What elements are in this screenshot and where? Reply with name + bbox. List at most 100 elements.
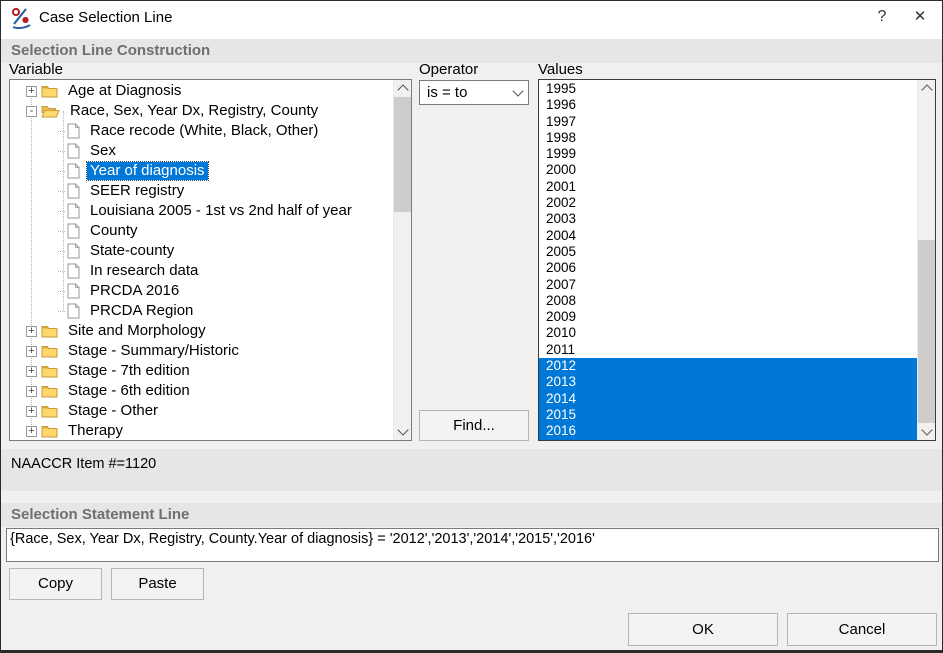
tree-item-seer-registry[interactable]: SEER registry	[10, 181, 394, 201]
section-header-statement: Selection Statement Line	[1, 503, 942, 527]
tree-item-label: PRCDA 2016	[87, 282, 182, 300]
expand-toggle-icon[interactable]: +	[26, 366, 37, 377]
expand-toggle-icon[interactable]: +	[26, 346, 37, 357]
value-item-1996[interactable]: 1996	[539, 97, 918, 113]
folder-icon	[41, 84, 58, 98]
value-item-2008[interactable]: 2008	[539, 293, 918, 309]
tree-item-age-at-diagnosis[interactable]: + Age at Diagnosis	[10, 81, 394, 101]
scroll-down-icon[interactable]	[918, 423, 935, 440]
tree-item-sex[interactable]: Sex	[10, 141, 394, 161]
document-icon	[67, 183, 80, 199]
value-item-2012[interactable]: 2012	[539, 358, 918, 374]
scroll-up-icon[interactable]	[394, 80, 411, 97]
value-item-2000[interactable]: 2000	[539, 162, 918, 178]
tree-item-label: Sex	[87, 142, 119, 160]
value-item-2010[interactable]: 2010	[539, 325, 918, 341]
document-icon	[67, 263, 80, 279]
value-item-2001[interactable]: 2001	[539, 179, 918, 195]
value-item-1997[interactable]: 1997	[539, 114, 918, 130]
operator-selected-value: is = to	[420, 84, 508, 101]
value-item-1999[interactable]: 1999	[539, 146, 918, 162]
close-icon[interactable]: ✕	[906, 5, 934, 29]
tree-connector	[58, 211, 65, 212]
folder-icon	[41, 364, 58, 378]
values-label: Values	[538, 61, 583, 78]
value-item-2004[interactable]: 2004	[539, 228, 918, 244]
tree-item-state-county[interactable]: State-county	[10, 241, 394, 261]
tree-item-stage-summary-historic[interactable]: + Stage - Summary/Historic	[10, 341, 394, 361]
expand-toggle-icon[interactable]: +	[26, 406, 37, 417]
cancel-button[interactable]: Cancel	[787, 613, 937, 646]
value-item-2015[interactable]: 2015	[539, 407, 918, 423]
value-item-1998[interactable]: 1998	[539, 130, 918, 146]
operator-label: Operator	[419, 61, 478, 78]
tree-item-race-sex-year-dx-registry-county[interactable]: - Race, Sex, Year Dx, Registry, County	[10, 101, 394, 121]
tree-item-label: County	[87, 222, 141, 240]
values-scrollbar-thumb[interactable]	[918, 240, 935, 423]
folder-icon	[41, 404, 58, 418]
document-icon	[67, 283, 80, 299]
tree-item-in-research-data[interactable]: In research data	[10, 261, 394, 281]
tree-connector	[58, 271, 65, 272]
selection-statement-input[interactable]	[6, 528, 939, 562]
chevron-down-icon	[508, 87, 528, 98]
tree-item-therapy[interactable]: + Therapy	[10, 421, 394, 441]
value-item-2006[interactable]: 2006	[539, 260, 918, 276]
tree-item-race-recode-white-black-other[interactable]: Race recode (White, Black, Other)	[10, 121, 394, 141]
tree-item-prcda-region[interactable]: PRCDA Region	[10, 301, 394, 321]
tree-item-stage-7th-edition[interactable]: + Stage - 7th edition	[10, 361, 394, 381]
copy-button[interactable]: Copy	[9, 568, 102, 600]
folder-icon	[41, 344, 58, 358]
value-item-2005[interactable]: 2005	[539, 244, 918, 260]
document-icon	[67, 243, 80, 259]
tree-item-county[interactable]: County	[10, 221, 394, 241]
value-item-1995[interactable]: 1995	[539, 81, 918, 97]
tree-item-stage-other[interactable]: + Stage - Other	[10, 401, 394, 421]
value-item-2009[interactable]: 2009	[539, 309, 918, 325]
tree-item-label: Therapy	[65, 422, 126, 440]
tree-item-year-of-diagnosis[interactable]: Year of diagnosis	[10, 161, 394, 181]
tree-item-louisiana-2005-1st-vs-2nd-half-of-year[interactable]: Louisiana 2005 - 1st vs 2nd half of year	[10, 201, 394, 221]
find-button[interactable]: Find...	[419, 410, 529, 441]
document-icon	[67, 143, 80, 159]
folder-icon	[41, 324, 58, 338]
expand-toggle-icon[interactable]: +	[26, 326, 37, 337]
tree-connector	[58, 231, 65, 232]
tree-item-site-and-morphology[interactable]: + Site and Morphology	[10, 321, 394, 341]
expand-toggle-icon[interactable]: +	[26, 86, 37, 97]
value-item-2007[interactable]: 2007	[539, 277, 918, 293]
value-item-2003[interactable]: 2003	[539, 211, 918, 227]
scroll-up-icon[interactable]	[918, 80, 935, 97]
tree-scrollbar[interactable]	[393, 80, 411, 440]
tree-scrollbar-thumb[interactable]	[394, 97, 411, 212]
help-button[interactable]: ?	[868, 5, 896, 29]
expand-toggle-icon[interactable]: +	[26, 426, 37, 437]
tree-connector	[58, 171, 65, 172]
ok-button[interactable]: OK	[628, 613, 778, 646]
value-item-2013[interactable]: 2013	[539, 374, 918, 390]
tree-connector	[58, 191, 65, 192]
scroll-down-icon[interactable]	[394, 423, 411, 440]
tree-item-label: Age at Diagnosis	[65, 82, 184, 100]
values-scrollbar[interactable]	[917, 80, 935, 440]
tree-item-prcda-2016[interactable]: PRCDA 2016	[10, 281, 394, 301]
title-bar: Case Selection Line ? ✕	[1, 1, 942, 39]
value-item-2002[interactable]: 2002	[539, 195, 918, 211]
tree-item-label: SEER registry	[87, 182, 187, 200]
expand-toggle-icon[interactable]: -	[26, 106, 37, 117]
tree-item-label: Year of diagnosis	[87, 162, 208, 180]
paste-button[interactable]: Paste	[111, 568, 204, 600]
value-item-2014[interactable]: 2014	[539, 391, 918, 407]
tree-connector	[58, 291, 65, 292]
document-icon	[67, 303, 80, 319]
tree-item-stage-6th-edition[interactable]: + Stage - 6th edition	[10, 381, 394, 401]
operator-combobox[interactable]: is = to	[419, 80, 529, 105]
value-item-2011[interactable]: 2011	[539, 342, 918, 358]
variable-tree-body: + Age at Diagnosis - Race, Sex,	[10, 81, 394, 440]
expand-toggle-icon[interactable]: +	[26, 386, 37, 397]
tree-item-label: PRCDA Region	[87, 302, 196, 320]
tree-item-label: State-county	[87, 242, 177, 260]
tree-item-label: Stage - Other	[65, 402, 161, 420]
tree-item-label: Stage - Summary/Historic	[65, 342, 242, 360]
value-item-2016[interactable]: 2016	[539, 423, 918, 439]
